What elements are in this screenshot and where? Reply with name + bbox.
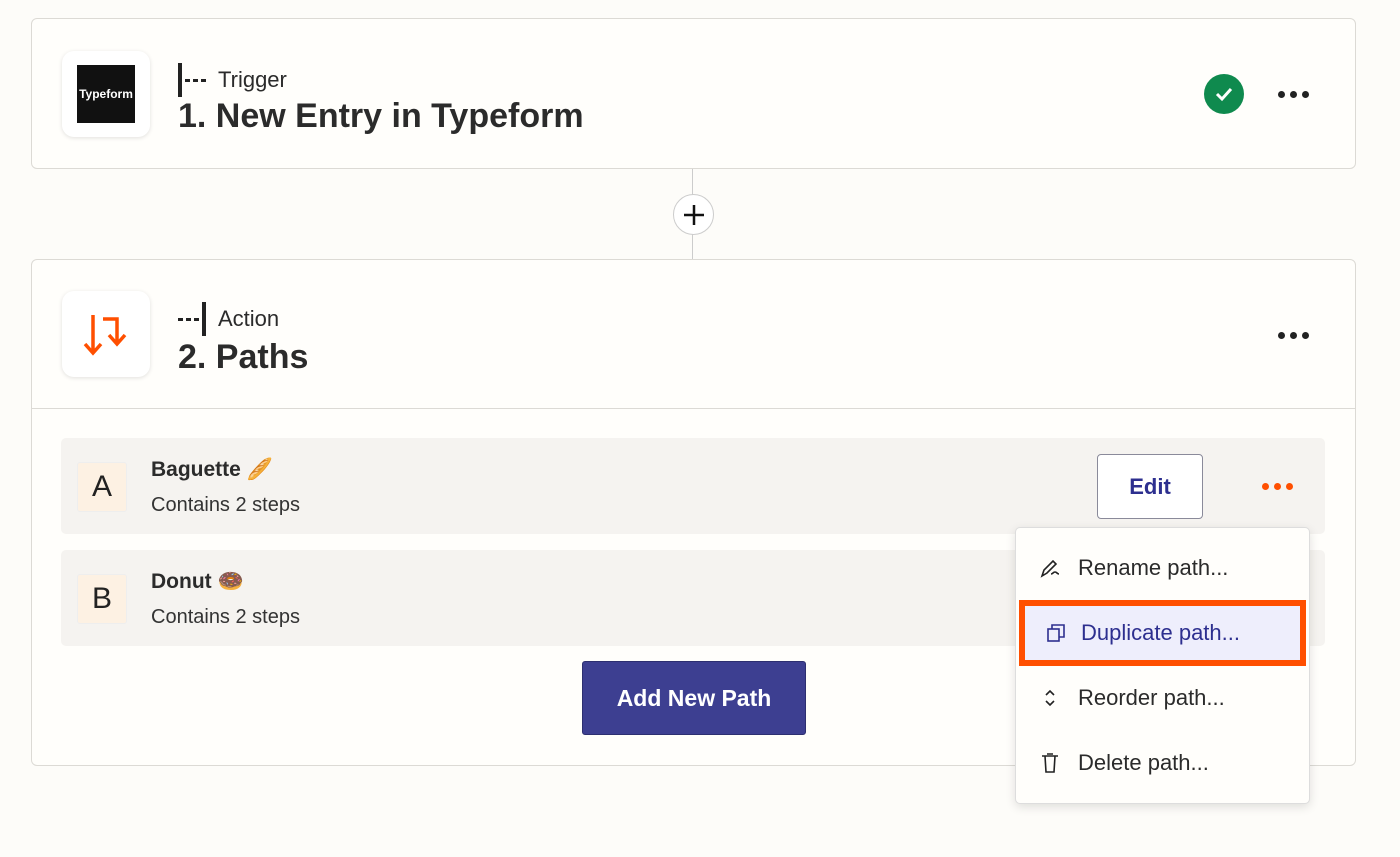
pencil-icon <box>1016 557 1076 579</box>
paths-arrows-icon <box>62 291 150 377</box>
menu-item-label: Delete path... <box>1078 750 1209 775</box>
divider <box>32 408 1355 409</box>
path-options-menu: Rename path... Duplicate path... Reorder… <box>1015 527 1310 804</box>
menu-item-reorder[interactable]: Reorder path... <box>1016 668 1309 728</box>
path-name: Baguette 🥖 <box>151 458 273 481</box>
menu-item-rename[interactable]: Rename path... <box>1016 538 1309 598</box>
step-kind: Action <box>178 302 279 336</box>
path-letter-badge: A <box>77 462 127 512</box>
trash-icon <box>1016 752 1076 774</box>
more-options-icon[interactable] <box>1278 332 1309 339</box>
typeform-app-icon: Typeform <box>62 51 150 137</box>
menu-item-duplicate[interactable]: Duplicate path... <box>1019 600 1306 666</box>
plus-icon <box>683 204 704 225</box>
path-step-count: Contains 2 steps <box>151 606 300 628</box>
path-step-count: Contains 2 steps <box>151 494 300 516</box>
trigger-icon <box>178 63 206 97</box>
step-kind: Trigger <box>178 63 287 97</box>
step-title: 1. New Entry in Typeform <box>178 97 584 135</box>
step-title: 2. Paths <box>178 338 309 376</box>
menu-item-label: Reorder path... <box>1078 685 1225 710</box>
step-kind-label: Action <box>218 306 280 331</box>
add-new-path-button[interactable]: Add New Path <box>582 661 806 735</box>
menu-item-label: Rename path... <box>1078 555 1229 580</box>
path-letter-badge: B <box>77 574 127 624</box>
duplicate-icon <box>1025 623 1079 643</box>
trigger-step-card[interactable]: Typeform Trigger 1. New Entry in Typefor… <box>31 18 1356 169</box>
step-kind-label: Trigger <box>218 67 287 92</box>
add-step-button[interactable] <box>673 194 714 235</box>
reorder-icon <box>1016 688 1076 708</box>
path-row[interactable]: A Baguette 🥖 Contains 2 steps Edit <box>61 438 1325 534</box>
more-options-icon[interactable] <box>1278 91 1309 98</box>
menu-item-delete[interactable]: Delete path... <box>1016 733 1309 793</box>
action-icon <box>178 302 206 336</box>
path-more-options-icon[interactable] <box>1262 483 1293 490</box>
typeform-logo: Typeform <box>77 65 135 123</box>
menu-item-label: Duplicate path... <box>1081 620 1240 645</box>
path-name: Donut 🍩 <box>151 570 244 593</box>
edit-button[interactable]: Edit <box>1097 454 1203 519</box>
check-circle-icon <box>1204 74 1244 114</box>
